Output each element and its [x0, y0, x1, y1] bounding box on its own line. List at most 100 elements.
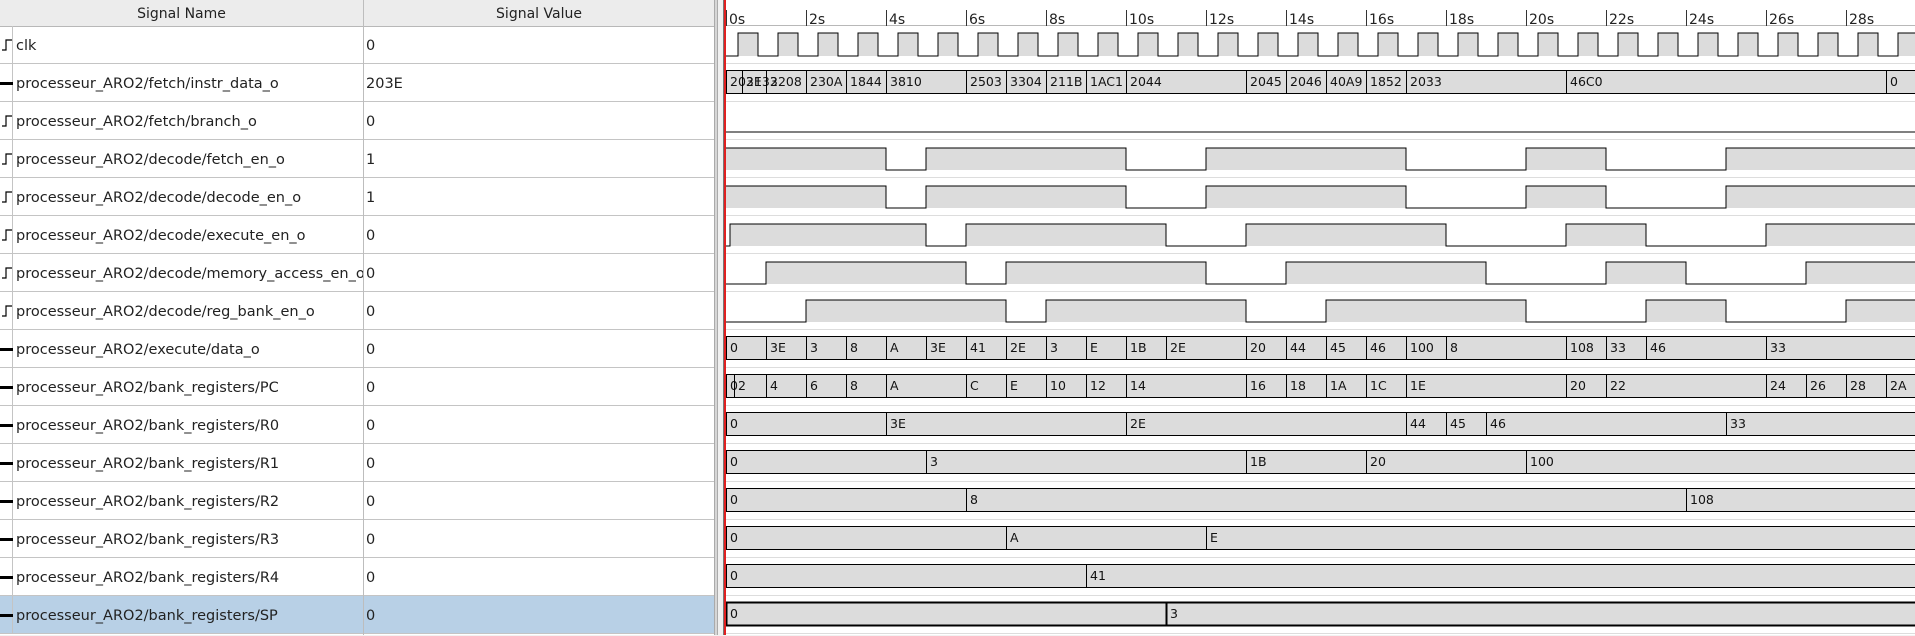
- bus-signal-icon: [0, 576, 13, 579]
- signal-row[interactable]: processeur_ARO2/bank_registers/R2 0: [0, 482, 715, 520]
- bus-value-label: 3E: [890, 416, 906, 431]
- signal-row[interactable]: clk 0: [0, 26, 715, 64]
- signal-row[interactable]: processeur_ARO2/decode/decode_en_o 1: [0, 178, 715, 216]
- bit-high-fill: [1766, 224, 1915, 246]
- signal-name: processeur_ARO2/bank_registers/R2: [16, 494, 280, 510]
- clk-high-fill: [1098, 33, 1118, 56]
- bus-value-label: 46: [1650, 340, 1666, 355]
- clk-high-fill: [1258, 33, 1278, 56]
- bus-value-label: A: [890, 340, 899, 355]
- signal-row[interactable]: processeur_ARO2/decode/execute_en_o 0: [0, 216, 715, 254]
- clk-high-fill: [1378, 33, 1398, 56]
- bus-value-label: 2044: [1130, 74, 1162, 89]
- clk-high-fill: [1538, 33, 1558, 56]
- signal-name: processeur_ARO2/decode/decode_en_o: [16, 190, 302, 206]
- bit-signal-icon: [2, 305, 12, 317]
- signal-row[interactable]: processeur_ARO2/execute/data_o 0: [0, 330, 715, 368]
- signal-row[interactable]: processeur_ARO2/bank_registers/R4 0: [0, 558, 715, 596]
- signal-row[interactable]: processeur_ARO2/decode/reg_bank_en_o 0: [0, 292, 715, 330]
- column-divider[interactable]: [363, 0, 364, 635]
- bit-high-fill: [1206, 148, 1406, 170]
- bus-value-label: 14: [1130, 378, 1146, 393]
- signal-row[interactable]: processeur_ARO2/bank_registers/R1 0: [0, 444, 715, 482]
- ruler-tick-label: 24s: [1689, 12, 1714, 28]
- signal-name: processeur_ARO2/decode/fetch_en_o: [16, 152, 285, 168]
- signal-row[interactable]: processeur_ARO2/bank_registers/R0 0: [0, 406, 715, 444]
- waveform-canvas[interactable]: 0s 2s 4s 6s 8s 10s 12s 14s 16s 18s 20s 22s 24s 26s 28s…: [718, 0, 1915, 635]
- bit-high-fill: [1246, 224, 1446, 246]
- signal-name: processeur_ARO2/fetch/instr_data_o: [16, 76, 279, 92]
- bit-high-fill: [766, 262, 966, 284]
- clk-high-fill: [1138, 33, 1158, 56]
- signal-row[interactable]: processeur_ARO2/bank_registers/R3 0: [0, 520, 715, 558]
- signal-name: processeur_ARO2/decode/execute_en_o: [16, 228, 306, 244]
- clk-high-fill: [1578, 33, 1598, 56]
- bus-value-label: 2E: [1010, 340, 1026, 355]
- bus-value-label: 2E: [1170, 340, 1186, 355]
- signal-row[interactable]: processeur_ARO2/bank_registers/SP 0: [0, 596, 715, 634]
- signal-name-column-header[interactable]: Signal Name: [0, 0, 363, 26]
- signal-name: processeur_ARO2/bank_registers/R1: [16, 456, 280, 472]
- bus-value-label: 2208: [770, 74, 802, 89]
- signal-list-panel: Signal Name Signal Value clk 0 processeur_…: [0, 0, 715, 635]
- bit-high-fill: [1046, 300, 1246, 322]
- bus-value-label: 20: [1370, 454, 1386, 469]
- waveform-panel[interactable]: 0s 2s 4s 6s 8s 10s 12s 14s 16s 18s 20s 22s 24s 26s 28s…: [718, 0, 1915, 635]
- bus-value-label: 2033: [1410, 74, 1442, 89]
- bit-high-fill: [1206, 186, 1406, 208]
- bus-signal-icon: [0, 348, 13, 351]
- bus-value-label: 0: [730, 454, 738, 469]
- ruler-tick-label: 4s: [889, 12, 905, 28]
- bus-signal-icon: [0, 500, 13, 503]
- bus-value-label: 28: [1850, 378, 1866, 393]
- bit-signal-icon: [2, 153, 12, 165]
- signal-row[interactable]: processeur_ARO2/decode/memory_access_en_…: [0, 254, 715, 292]
- bus-value-label: 46: [1370, 340, 1386, 355]
- bus-value-label: 8: [1450, 340, 1458, 355]
- bus-value-label: 41: [970, 340, 986, 355]
- bit-high-fill: [726, 148, 886, 170]
- signal-row[interactable]: processeur_ARO2/fetch/instr_data_o 203E: [0, 64, 715, 102]
- ruler-tick-label: 18s: [1449, 12, 1474, 28]
- clk-high-fill: [1458, 33, 1478, 56]
- signal-row[interactable]: processeur_ARO2/bank_registers/PC 0: [0, 368, 715, 406]
- bus-value-label: 26: [1810, 378, 1826, 393]
- clk-high-fill: [1778, 33, 1798, 56]
- clk-high-fill: [1418, 33, 1438, 56]
- bus-value-label: 0: [730, 492, 738, 507]
- bus-value-label: 100: [1410, 340, 1434, 355]
- bit-signal-icon: [2, 115, 12, 127]
- signal-name: processeur_ARO2/fetch/branch_o: [16, 114, 257, 130]
- bus-value-label: E: [1010, 378, 1018, 393]
- clk-high-fill: [738, 33, 758, 56]
- clk-high-fill: [938, 33, 958, 56]
- ruler-tick-label: 8s: [1049, 12, 1065, 28]
- bit-high-fill: [726, 186, 886, 208]
- signal-name: processeur_ARO2/bank_registers/R0: [16, 418, 280, 434]
- clk-high-fill: [898, 33, 918, 56]
- signal-value-column-header[interactable]: Signal Value: [364, 0, 714, 26]
- clk-high-fill: [1658, 33, 1678, 56]
- bit-signal-icon: [2, 39, 12, 51]
- signal-row[interactable]: processeur_ARO2/fetch/branch_o 0: [0, 102, 715, 140]
- time-cursor[interactable]: [724, 0, 726, 635]
- bit-high-fill: [1526, 148, 1606, 170]
- bus-value-label: 0: [730, 416, 738, 431]
- bus-value-label: 8: [850, 378, 858, 393]
- signal-value: 0: [366, 532, 376, 548]
- clk-high-fill: [1298, 33, 1318, 56]
- signal-name: processeur_ARO2/bank_registers/R3: [16, 532, 280, 548]
- bus-value-label: 1852: [1370, 74, 1402, 89]
- signal-row[interactable]: processeur_ARO2/decode/fetch_en_o 1: [0, 140, 715, 178]
- bit-signal-icon: [2, 267, 12, 279]
- clk-high-fill: [1498, 33, 1518, 56]
- clk-high-fill: [1858, 33, 1878, 56]
- bus-value-label: 20: [1570, 378, 1586, 393]
- bit-high-fill: [1646, 300, 1726, 322]
- bit-signal-icon: [2, 191, 12, 203]
- bus-value-label: 10: [1050, 378, 1066, 393]
- signal-value: 0: [366, 228, 376, 244]
- bus-fill: [726, 564, 1915, 588]
- bus-value-label: 1E: [1410, 378, 1426, 393]
- signal-value: 0: [366, 342, 376, 358]
